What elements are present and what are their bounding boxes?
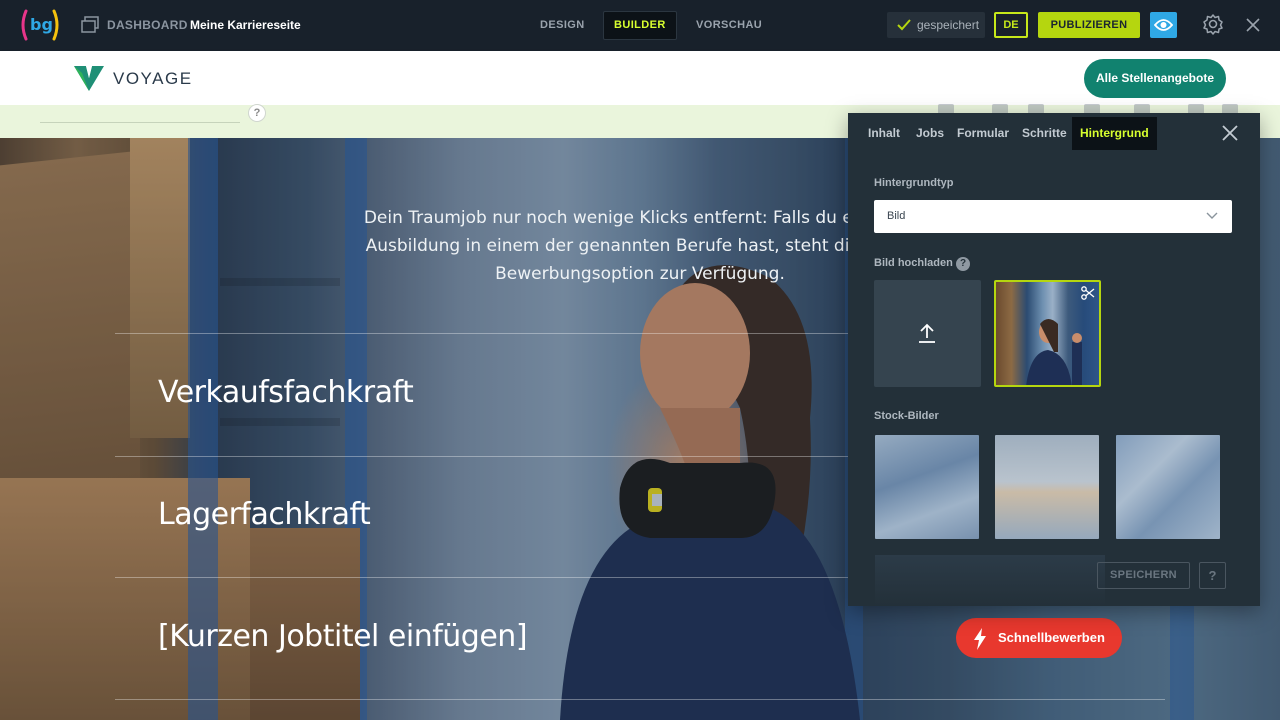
background-type-select[interactable]: Bild <box>874 200 1232 233</box>
quick-apply-label: Schnellbewerben <box>998 630 1105 645</box>
thumbnail-person <box>1026 319 1082 385</box>
mode-tab-design[interactable]: DESIGN <box>529 11 596 40</box>
tab-inhalt[interactable]: Inhalt <box>860 117 908 150</box>
stock-image-thumbnail[interactable] <box>1116 435 1220 539</box>
job-title[interactable]: [Kurzen Jobtitel einfügen] <box>158 619 528 654</box>
save-button[interactable]: SPEICHERN <box>1097 562 1190 589</box>
saved-label: gespeichert <box>917 18 980 32</box>
job-title[interactable]: Lagerfachkraft <box>158 497 371 532</box>
app-logo-text: bg <box>30 15 53 34</box>
close-editor-icon[interactable] <box>1245 17 1261 38</box>
editor-topbar: bg DASHBOARD Meine Karriereseite DESIGN … <box>0 0 1280 51</box>
stock-images-more <box>875 555 1105 606</box>
lightning-icon <box>974 628 986 650</box>
page-name: Meine Karriereseite <box>190 18 301 32</box>
scissors-icon[interactable] <box>1081 286 1095 300</box>
mode-tab-builder[interactable]: BUILDER <box>603 11 677 40</box>
brand-logo-icon <box>73 64 105 97</box>
tab-formular[interactable]: Formular <box>949 117 1017 150</box>
help-button[interactable]: ? <box>1199 562 1226 589</box>
stock-image-thumbnail[interactable] <box>875 435 979 539</box>
check-icon <box>897 19 911 31</box>
app-logo[interactable]: bg <box>18 8 62 42</box>
tab-jobs[interactable]: Jobs <box>908 117 952 150</box>
preview-button[interactable] <box>1150 12 1177 38</box>
quick-apply-button[interactable]: Schnellbewerben <box>956 618 1122 658</box>
dashboard-icon[interactable] <box>80 15 100 35</box>
upload-image-button[interactable] <box>874 280 981 387</box>
language-button[interactable]: DE <box>994 12 1028 38</box>
upload-image-label: Bild hochladen <box>874 257 953 269</box>
stock-images-label: Stock-Bilder <box>874 410 939 422</box>
background-type-label: Hintergrundtyp <box>874 177 954 189</box>
background-type-value: Bild <box>887 210 906 222</box>
chevron-down-icon <box>1206 212 1218 219</box>
publish-button[interactable]: PUBLIZIEREN <box>1038 12 1140 38</box>
section-help-icon[interactable]: ? <box>248 104 266 122</box>
settings-gear-icon[interactable] <box>1202 13 1224 40</box>
stock-image-thumbnail[interactable] <box>995 435 1099 539</box>
job-divider <box>115 333 855 334</box>
tab-schritte[interactable]: Schritte <box>1014 117 1075 150</box>
background-settings-panel: Inhalt Jobs Formular Schritte Hintergrun… <box>848 113 1260 606</box>
all-jobs-button[interactable]: Alle Stellenangebote <box>1084 59 1226 98</box>
job-divider <box>115 577 855 578</box>
brand-name: VOYAGE <box>113 69 193 88</box>
job-divider <box>115 699 1165 700</box>
upload-help-icon[interactable]: ? <box>956 257 970 271</box>
saved-status: gespeichert <box>887 12 985 38</box>
dashboard-link[interactable]: DASHBOARD <box>107 18 188 32</box>
job-divider <box>115 456 855 457</box>
tab-hintergrund[interactable]: Hintergrund <box>1072 117 1157 150</box>
eye-icon <box>1154 19 1173 31</box>
close-panel-icon[interactable] <box>1222 125 1238 146</box>
mode-tab-preview[interactable]: VORSCHAU <box>685 11 773 40</box>
upload-icon <box>919 323 935 343</box>
site-header: VOYAGE Alle Stellenangebote <box>0 51 1280 105</box>
divider <box>40 122 240 123</box>
selected-background-thumbnail[interactable] <box>994 280 1101 387</box>
job-title[interactable]: Verkaufsfachkraft <box>158 375 414 410</box>
